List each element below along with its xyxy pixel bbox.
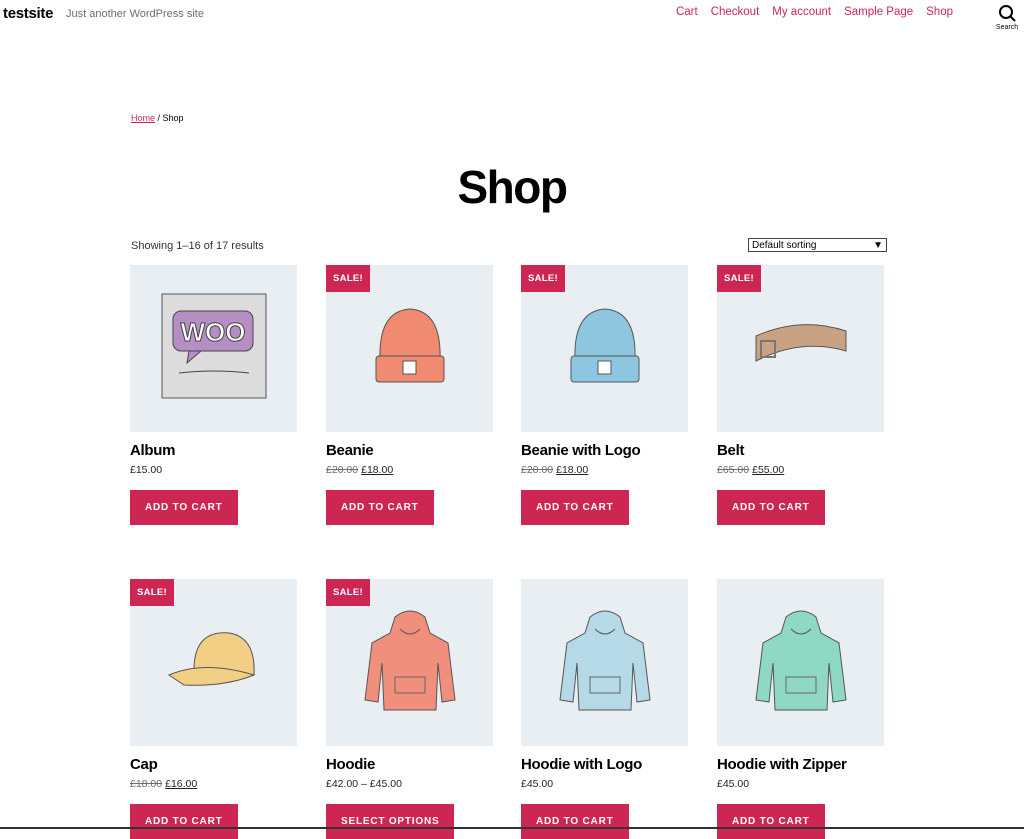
belt-image-icon xyxy=(751,316,851,381)
sale-badge: SALE! xyxy=(130,579,174,606)
page-title: Shop xyxy=(457,161,568,213)
breadcrumb-current: Shop xyxy=(162,113,184,123)
add-to-cart-button[interactable]: ADD TO CART xyxy=(130,804,238,839)
search-button[interactable]: Search xyxy=(994,4,1020,31)
product-card: SALE! Belt £65.00 £55.00 ADD TO CART xyxy=(717,265,884,525)
product-card: SALE! Beanie with Logo £20.00 £18.00 ADD … xyxy=(521,265,688,525)
product-title[interactable]: Belt xyxy=(717,442,884,459)
product-card: Hoodie with Logo £45.00 ADD TO CART xyxy=(521,579,688,839)
product-image[interactable]: SALE! xyxy=(717,265,884,432)
sale-badge: SALE! xyxy=(717,265,761,292)
hoodie-image-icon xyxy=(555,605,655,720)
add-to-cart-button[interactable]: ADD TO CART xyxy=(521,804,629,839)
beanie-image-icon xyxy=(565,301,645,396)
product-card: SALE! Beanie £20.00 £18.00 ADD TO CART xyxy=(326,265,493,525)
old-price: £20.00 xyxy=(326,464,359,476)
product-price: £65.00 £55.00 xyxy=(717,464,884,476)
beanie-image-icon xyxy=(370,301,450,396)
product-title[interactable]: Hoodie xyxy=(326,756,493,773)
hoodie-image-icon xyxy=(360,605,460,720)
sale-price: £18.00 xyxy=(361,464,394,476)
sorting-value: Default sorting xyxy=(752,239,817,251)
sale-price: £18.00 xyxy=(556,464,589,476)
add-to-cart-button[interactable]: ADD TO CART xyxy=(130,490,238,525)
product-price: £20.00 £18.00 xyxy=(326,464,493,476)
dropdown-arrow-icon: ▼ xyxy=(873,239,883,251)
search-label: Search xyxy=(995,24,1019,31)
add-to-cart-button[interactable]: ADD TO CART xyxy=(717,804,825,839)
sale-badge: SALE! xyxy=(326,265,370,292)
site-tagline: Just another WordPress site xyxy=(66,8,204,20)
product-image[interactable]: SALE! xyxy=(521,265,688,432)
hoodie-image-icon xyxy=(751,605,851,720)
product-price: £18.00 £16.00 xyxy=(130,778,297,790)
product-price: £45.00 xyxy=(521,778,688,790)
product-title[interactable]: Beanie with Logo xyxy=(521,442,688,459)
nav-cart[interactable]: Cart xyxy=(676,6,698,18)
product-image[interactable]: SALE! xyxy=(326,265,493,432)
price-value: £45.00 xyxy=(521,778,554,790)
svg-text:WOO: WOO xyxy=(180,317,245,347)
search-icon xyxy=(999,5,1016,22)
sale-badge: SALE! xyxy=(326,579,370,606)
product-card: WOO Album £15.00 ADD TO CART xyxy=(130,265,297,525)
product-card: SALE! Cap £18.00 £16.00 ADD TO CART xyxy=(130,579,297,839)
product-image[interactable]: WOO xyxy=(130,265,297,432)
product-image[interactable]: SALE! xyxy=(326,579,493,746)
nav-checkout[interactable]: Checkout xyxy=(711,6,760,18)
add-to-cart-button[interactable]: ADD TO CART xyxy=(326,490,434,525)
price-value: £42.00 – £45.00 xyxy=(326,778,402,790)
old-price: £18.00 xyxy=(130,778,163,790)
product-card: SALE! Hoodie £42.00 – £45.00 SELECT OPTI… xyxy=(326,579,493,839)
result-count: Showing 1–16 of 17 results xyxy=(131,240,264,252)
breadcrumb: Home / Shop xyxy=(131,113,184,123)
product-price: £15.00 xyxy=(130,464,297,476)
select-options-button[interactable]: SELECT OPTIONS xyxy=(326,804,455,839)
breadcrumb-home[interactable]: Home xyxy=(131,113,155,123)
product-title[interactable]: Cap xyxy=(130,756,297,773)
nav-my-account[interactable]: My account xyxy=(772,6,831,18)
sale-price: £55.00 xyxy=(752,464,785,476)
sorting-select[interactable]: Default sorting ▼ xyxy=(748,238,887,252)
nav-sample-page[interactable]: Sample Page xyxy=(844,6,913,18)
product-title[interactable]: Hoodie with Zipper xyxy=(717,756,884,773)
nav-shop[interactable]: Shop xyxy=(926,6,953,18)
breadcrumb-separator: / xyxy=(155,113,163,123)
product-price: £20.00 £18.00 xyxy=(521,464,688,476)
old-price: £65.00 xyxy=(717,464,750,476)
product-image[interactable]: SALE! xyxy=(130,579,297,746)
site-header: testsite Just another WordPress site Car… xyxy=(0,0,1024,40)
album-image-icon: WOO xyxy=(159,291,269,406)
product-title[interactable]: Album xyxy=(130,442,297,459)
product-title[interactable]: Beanie xyxy=(326,442,493,459)
price-value: £45.00 xyxy=(717,778,750,790)
add-to-cart-button[interactable]: ADD TO CART xyxy=(717,490,825,525)
product-price: £45.00 xyxy=(717,778,884,790)
product-image[interactable] xyxy=(521,579,688,746)
cap-image-icon xyxy=(164,625,264,700)
product-card: Hoodie with Zipper £45.00 ADD TO CART xyxy=(717,579,884,839)
primary-nav: Cart Checkout My account Sample Page Sho… xyxy=(676,6,953,18)
price-value: £15.00 xyxy=(130,464,163,476)
sale-price: £16.00 xyxy=(165,778,198,790)
add-to-cart-button[interactable]: ADD TO CART xyxy=(521,490,629,525)
sale-badge: SALE! xyxy=(521,265,565,292)
product-price: £42.00 – £45.00 xyxy=(326,778,493,790)
site-title[interactable]: testsite xyxy=(3,5,53,22)
old-price: £20.00 xyxy=(521,464,554,476)
product-image[interactable] xyxy=(717,579,884,746)
product-title[interactable]: Hoodie with Logo xyxy=(521,756,688,773)
